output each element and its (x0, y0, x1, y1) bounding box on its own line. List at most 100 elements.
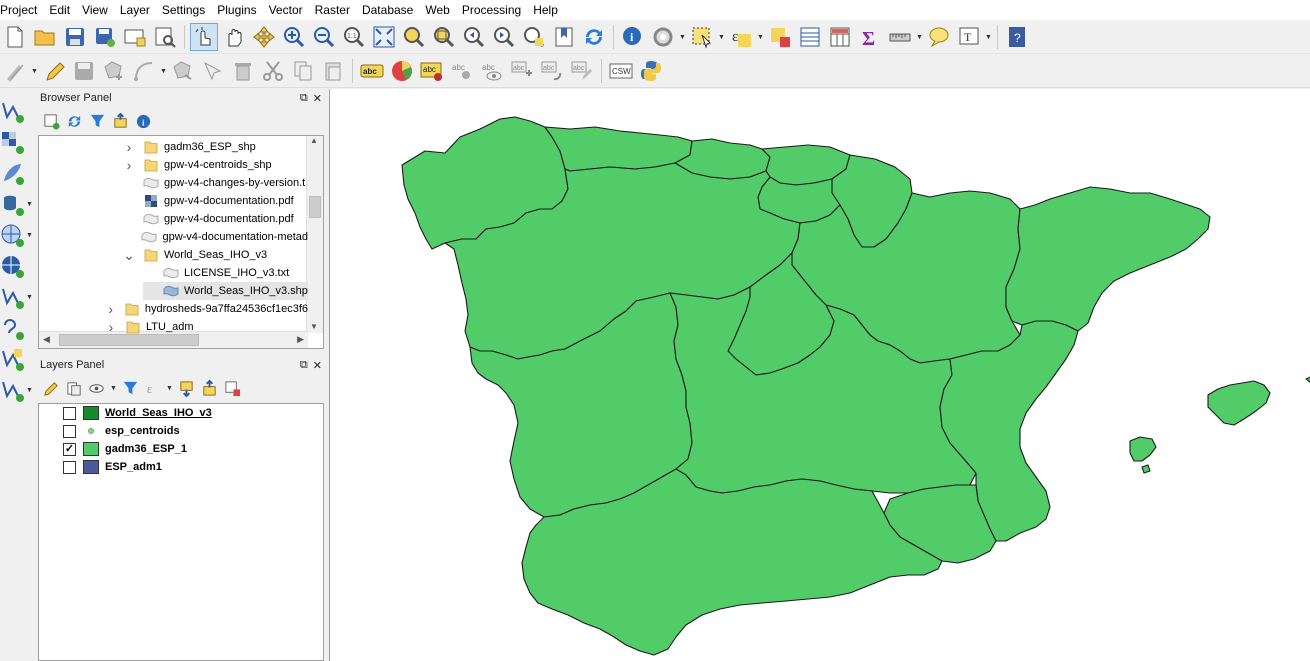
chevron-right-icon[interactable]: › (105, 301, 117, 317)
chevron-right-icon[interactable]: › (105, 319, 117, 335)
menu-web[interactable]: Web (419, 0, 455, 20)
expand-all-icon[interactable] (176, 378, 196, 398)
zoom-out-icon[interactable] (310, 23, 338, 51)
rotate-label-icon[interactable]: abc (538, 57, 566, 85)
remove-layer-icon[interactable] (222, 378, 242, 398)
attribute-table-icon[interactable] (796, 23, 824, 51)
browser-item[interactable]: gpw-v4-changes-by-version.t (123, 174, 308, 192)
properties-info-icon[interactable]: i (133, 111, 153, 131)
float-panel-icon[interactable]: ⧉ (300, 359, 308, 372)
add-circular-string-icon[interactable] (130, 57, 158, 85)
collapse-all-icon[interactable] (199, 378, 219, 398)
map-canvas[interactable] (329, 89, 1310, 661)
map-tips-icon[interactable] (925, 23, 953, 51)
refresh-icon[interactable] (64, 111, 84, 131)
menu-view[interactable]: View (76, 0, 114, 20)
menu-edit[interactable]: Edit (43, 0, 76, 20)
add-selected-layers-icon[interactable] (41, 111, 61, 131)
zoom-to-layer-icon[interactable] (430, 23, 458, 51)
open-project-icon[interactable] (31, 23, 59, 51)
chevron-down-icon[interactable]: ▼ (110, 378, 117, 398)
collapse-all-icon[interactable] (110, 111, 130, 131)
add-wms-layer-icon[interactable]: ▼ (0, 221, 34, 249)
delete-selected-icon[interactable] (229, 57, 257, 85)
add-spatialite-layer-icon[interactable] (0, 159, 34, 187)
new-geopackage-layer-icon[interactable]: ▼ (0, 376, 34, 404)
chevron-right-icon[interactable]: › (123, 139, 135, 155)
add-feature-icon[interactable] (100, 57, 128, 85)
close-icon[interactable]: ✕ (313, 359, 322, 372)
pan-to-selection-icon[interactable] (250, 23, 278, 51)
vertical-scrollbar[interactable]: ▲ ▼ (306, 136, 323, 333)
layer-styling-icon[interactable] (41, 378, 61, 398)
statistics-sum-icon[interactable]: Σ (856, 23, 884, 51)
menu-project[interactable]: Project (0, 0, 43, 20)
select-features-icon[interactable] (688, 23, 716, 51)
chevron-down-icon[interactable]: ⌄ (123, 247, 135, 264)
select-by-expression-icon[interactable]: ε (727, 23, 755, 51)
layer-item[interactable]: esp_centroids (63, 422, 180, 440)
menu-raster[interactable]: Raster (309, 0, 356, 20)
layer-item[interactable]: ✓ gadm36_ESP_1 (63, 440, 187, 458)
data-source-manager-icon[interactable] (0, 97, 34, 125)
layer-visibility-checkbox[interactable] (63, 460, 76, 474)
menu-processing[interactable]: Processing (456, 0, 527, 20)
run-feature-action-icon[interactable] (649, 23, 677, 51)
zoom-to-selection-icon[interactable] (400, 23, 428, 51)
zoom-in-icon[interactable] (280, 23, 308, 51)
new-print-layout-icon[interactable] (121, 23, 149, 51)
zoom-native-resolution-icon[interactable]: 1:1 (340, 23, 368, 51)
add-virtual-layer-icon[interactable] (0, 314, 34, 342)
move-feature-icon[interactable] (169, 57, 197, 85)
add-group-icon[interactable] (64, 378, 84, 398)
browser-item[interactable]: gpw-v4-documentation.pdf (123, 192, 308, 210)
current-edits-icon[interactable] (1, 57, 29, 85)
filter-legend-icon[interactable] (120, 378, 140, 398)
float-panel-icon[interactable]: ⧉ (300, 92, 308, 105)
chevron-down-icon[interactable]: ▼ (159, 57, 168, 85)
browser-item[interactable]: › LTU_adm (105, 318, 308, 336)
new-shapefile-layer-icon[interactable] (0, 345, 34, 373)
pan-map-icon[interactable] (220, 23, 248, 51)
add-delimited-text-layer-icon[interactable]: ▼ (0, 283, 34, 311)
save-layer-edits-icon[interactable] (70, 57, 98, 85)
layer-item[interactable]: World_Seas_IHO_v3 (63, 404, 212, 422)
zoom-last-icon[interactable] (460, 23, 488, 51)
deselect-features-icon[interactable] (766, 23, 794, 51)
filter-by-expression-icon[interactable]: ε (143, 378, 163, 398)
chevron-down-icon[interactable]: ▼ (717, 23, 726, 51)
toggle-editing-icon[interactable] (40, 57, 68, 85)
add-postgis-layer-icon[interactable]: ▼ (0, 190, 34, 218)
save-as-icon[interactable] (91, 23, 119, 51)
browser-item[interactable]: ⌄ World_Seas_IHO_v3 (123, 246, 308, 264)
menu-settings[interactable]: Settings (156, 0, 211, 20)
pin-unpin-labels-icon[interactable]: abc (448, 57, 476, 85)
chevron-right-icon[interactable]: › (123, 157, 135, 173)
help-icon[interactable]: ? (1003, 23, 1031, 51)
chevron-down-icon[interactable]: ▼ (678, 23, 687, 51)
layer-visibility-checkbox[interactable] (63, 424, 76, 438)
browser-item[interactable]: World_Seas_IHO_v3.shp (143, 282, 308, 300)
chevron-down-icon[interactable]: ▼ (756, 23, 765, 51)
menu-plugins[interactable]: Plugins (211, 0, 262, 20)
new-bookmark-icon[interactable] (550, 23, 578, 51)
move-label-icon[interactable]: abc (508, 57, 536, 85)
add-raster-layer-icon[interactable] (0, 128, 34, 156)
touch-zoom-pan-icon[interactable] (190, 23, 218, 51)
layer-visibility-checkbox[interactable] (63, 406, 76, 420)
highlight-pinned-labels-icon[interactable]: abc (418, 57, 446, 85)
show-hide-labels-icon[interactable]: abc (478, 57, 506, 85)
menu-layer[interactable]: Layer (114, 0, 156, 20)
browser-item[interactable]: › gadm36_ESP_shp (123, 138, 308, 156)
chevron-down-icon[interactable]: ▼ (30, 57, 39, 85)
layer-item[interactable]: ESP_adm1 (63, 458, 162, 476)
browser-item[interactable]: gpw-v4-documentation.pdf (123, 210, 308, 228)
identify-features-icon[interactable]: i (619, 23, 647, 51)
layout-manager-icon[interactable] (151, 23, 179, 51)
browser-item[interactable]: › hydrosheds-9a7ffa24536cf1ec3f6 (105, 300, 308, 318)
browser-item[interactable]: gpw-v4-documentation-metad (123, 228, 308, 246)
measure-line-icon[interactable] (886, 23, 914, 51)
layer-labeling-options-icon[interactable]: abc (358, 57, 386, 85)
save-project-icon[interactable] (61, 23, 89, 51)
python-console-icon[interactable] (637, 57, 665, 85)
